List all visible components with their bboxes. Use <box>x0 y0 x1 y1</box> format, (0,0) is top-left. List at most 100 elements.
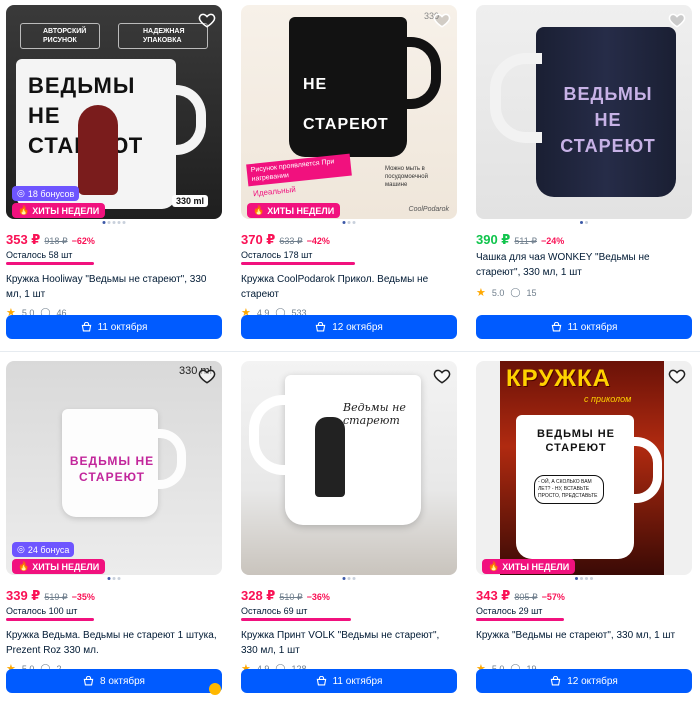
stock-label: Осталось 58 шт <box>6 250 73 260</box>
price: 339 ₽ <box>6 588 41 603</box>
product-image[interactable]: 330 НЕ СТАРЕЮТ Рисунок проявляется При н… <box>241 5 457 219</box>
stock-label: Осталось 178 шт <box>241 250 313 260</box>
product-title[interactable]: Кружка "Ведьмы не стареют", 330 мл, 1 шт <box>476 628 692 658</box>
mug-handle <box>152 429 186 489</box>
stock-bar <box>241 262 355 265</box>
bonus-icon: ◎ <box>17 188 25 198</box>
mug-handle <box>490 53 542 143</box>
volume-label: 330 ml <box>171 195 208 207</box>
old-price: 519 ₽ <box>44 592 68 602</box>
reviews-count: 15 <box>526 287 537 298</box>
cart-icon <box>316 675 326 685</box>
discount: −36% <box>306 592 330 602</box>
favorite-heart-icon[interactable] <box>668 11 686 29</box>
product-title[interactable]: Кружка CoolPodarok Прикол. Ведьмы не ста… <box>241 272 457 302</box>
product-title[interactable]: Кружка Принт VOLK "Ведьмы не стареют", 3… <box>241 628 457 658</box>
discount: −35% <box>71 592 95 602</box>
hits-badge: 🔥 ХИТЫ НЕДЕЛИ <box>12 559 106 574</box>
cart-icon <box>83 675 94 685</box>
image-pagination[interactable] <box>342 577 356 580</box>
image-pagination[interactable] <box>102 221 126 224</box>
witch-illustration <box>78 105 118 195</box>
dishwasher-note: Можно мыть в посудомоечной машине <box>385 166 428 188</box>
stock-bar <box>6 618 94 621</box>
mug-print-text: ВЕДЬМЫ НЕ СТАРЕЮТ <box>69 454 155 484</box>
delivery-button[interactable]: 11 октября <box>476 315 692 339</box>
favorite-heart-icon[interactable] <box>198 367 216 385</box>
cart-icon <box>315 321 326 331</box>
favorite-heart-icon[interactable] <box>433 11 451 29</box>
product-image[interactable]: ВЕДЬМЫ НЕ СТАРЕЮТ <box>476 5 692 219</box>
rating-row: ★ 5.0 ◯ 15 <box>476 286 692 299</box>
product-card[interactable]: Ведьмы не стареют 328 ₽ 510 ₽ −36% Остал… <box>241 361 457 693</box>
side-note: Идеальный <box>252 184 297 199</box>
product-image[interactable]: КРУЖКА с приколом ВЕДЬМЫ НЕ СТАРЕЮТ - ОЙ… <box>476 361 692 575</box>
product-image[interactable]: АВТОРСКИЙ РИСУНОК НАДЕЖНАЯ УПАКОВКА ВЕДЬ… <box>6 5 222 219</box>
discount: −62% <box>71 236 95 246</box>
delivery-button[interactable]: 8 октября <box>6 669 222 693</box>
favorite-heart-icon[interactable] <box>433 367 451 385</box>
price-row: 339 ₽ 519 ₽ −35% <box>6 588 222 604</box>
favorite-heart-icon[interactable] <box>198 11 216 29</box>
bonus-badge: ◎ 24 бонуса <box>12 542 75 557</box>
delivery-date: 11 октября <box>332 675 383 687</box>
delivery-button[interactable]: 11 октября <box>6 315 222 339</box>
product-card[interactable]: АВТОРСКИЙ РИСУНОК НАДЕЖНАЯ УПАКОВКА ВЕДЬ… <box>6 5 222 339</box>
rating-value: 5.0 <box>491 287 505 298</box>
stock-bar <box>241 618 351 621</box>
mug-print-text: Ведьмы не стареют <box>343 401 406 427</box>
stock-bar <box>6 262 94 265</box>
fire-icon: 🔥 <box>253 205 265 215</box>
hits-label: ХИТЫ НЕДЕЛИ <box>32 561 100 572</box>
hits-label: ХИТЫ НЕДЕЛИ <box>32 205 100 216</box>
old-price: 511 ₽ <box>514 236 537 246</box>
delivery-button[interactable]: 11 октября <box>241 669 457 693</box>
product-title[interactable]: Чашка для чая WONKEY "Ведьмы не стареют"… <box>476 250 692 280</box>
brand-watermark: CoolPodarok <box>408 206 449 213</box>
hits-label: ХИТЫ НЕДЕЛИ <box>267 205 335 216</box>
image-pagination[interactable] <box>107 577 121 580</box>
speech-bubble: - ОЙ, А СКОЛЬКО ВАМ ЛЕТ? - НУ, ВСТАВЬТЕ … <box>534 475 604 504</box>
hits-badge: 🔥 ХИТЫ НЕДЕЛИ <box>247 203 341 218</box>
star-icon: ★ <box>476 287 486 299</box>
image-pagination[interactable] <box>575 577 593 580</box>
fire-icon: 🔥 <box>18 561 30 571</box>
old-price: 805 ₽ <box>514 592 538 602</box>
mug-print-text: ВЕДЬМЫ НЕ СТАРЕЮТ <box>560 84 656 156</box>
mug-handle <box>401 37 441 109</box>
image-pagination[interactable] <box>580 221 588 224</box>
product-card[interactable]: КРУЖКА с приколом ВЕДЬМЫ НЕ СТАРЕЮТ - ОЙ… <box>476 361 692 693</box>
bonus-badge: ◎ 18 бонусов <box>12 186 80 201</box>
feature-label: АВТОРСКИЙ РИСУНОК <box>20 23 100 49</box>
witch-illustration <box>315 417 345 497</box>
hits-badge: 🔥 ХИТЫ НЕДЕЛИ <box>482 559 576 574</box>
row-divider <box>0 351 700 352</box>
stock-bar <box>476 618 564 621</box>
mug-handle <box>166 85 206 155</box>
discount: −42% <box>306 236 330 246</box>
product-image[interactable]: Ведьмы не стареют <box>241 361 457 575</box>
favorite-heart-icon[interactable] <box>668 367 686 385</box>
price-row: 353 ₽ 918 ₽ −62% <box>6 232 222 248</box>
price-row: 328 ₽ 510 ₽ −36% <box>241 588 457 604</box>
image-pagination[interactable] <box>342 221 356 224</box>
product-card[interactable]: 330 ml ВЕДЬМЫ НЕ СТАРЕЮТ ◎ 24 бонуса 🔥 ХИТ… <box>6 361 222 693</box>
delivery-button[interactable]: 12 октября <box>476 669 692 693</box>
product-card[interactable]: ВЕДЬМЫ НЕ СТАРЕЮТ 390 ₽ 511 ₽ −24% Чашка… <box>476 5 692 339</box>
mug-handle <box>249 395 293 475</box>
delivery-date: 12 октября <box>567 675 618 687</box>
old-price: 510 ₽ <box>279 592 303 602</box>
product-title[interactable]: Кружка Ведьма. Ведьмы не стареют 1 штука… <box>6 628 222 658</box>
feature-label: НАДЕЖНАЯ УПАКОВКА <box>118 23 208 49</box>
product-title[interactable]: Кружка Hooliway "Ведьмы не стареют", 330… <box>6 272 222 302</box>
delivery-date: 12 октября <box>332 321 383 333</box>
delivery-button[interactable]: 12 октября <box>241 315 457 339</box>
bonus-label: 24 бонуса <box>27 544 70 555</box>
price: 343 ₽ <box>476 588 511 603</box>
poster-subheader: с приколом <box>584 394 632 404</box>
mug-print-text: ВЕДЬМЫ НЕ СТАРЕЮТ <box>536 428 616 454</box>
chat-bubble-icon[interactable] <box>209 683 221 695</box>
product-card[interactable]: 330 НЕ СТАРЕЮТ Рисунок проявляется При н… <box>241 5 457 339</box>
fire-icon: 🔥 <box>18 205 30 215</box>
product-image[interactable]: 330 ml ВЕДЬМЫ НЕ СТАРЕЮТ ◎ 24 бонуса 🔥 ХИТ… <box>6 361 222 575</box>
